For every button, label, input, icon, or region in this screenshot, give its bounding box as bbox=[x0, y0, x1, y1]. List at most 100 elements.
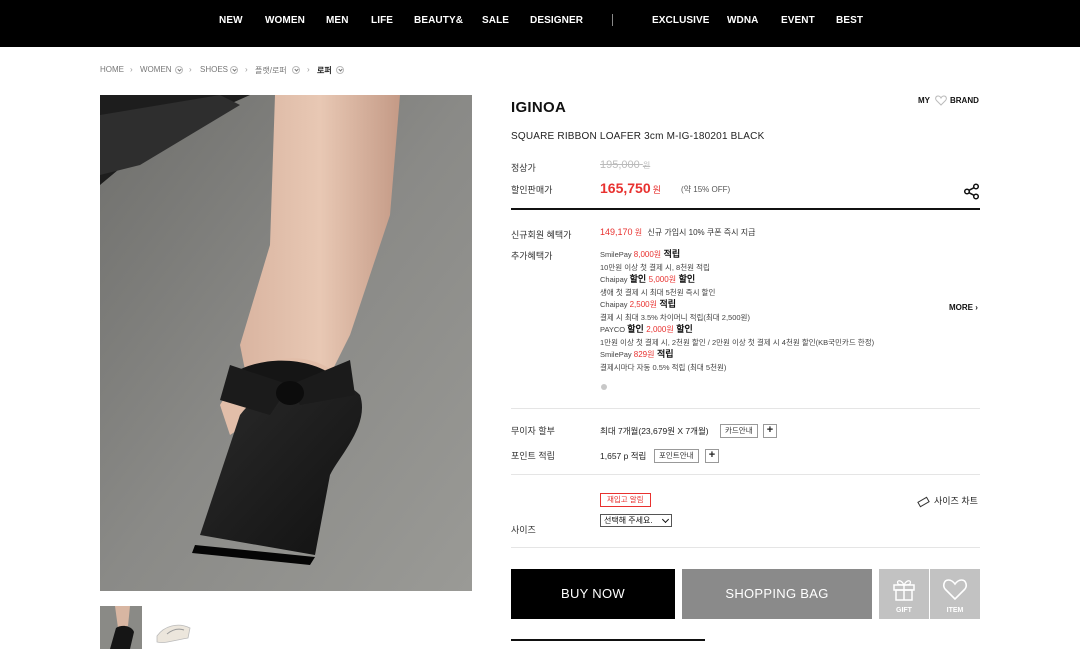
size-select-value: 선택해 주세요. bbox=[604, 516, 653, 525]
nav-designer[interactable]: DESIGNER bbox=[530, 15, 583, 26]
benefit-amount: 2,500원 bbox=[629, 300, 657, 309]
chevron-down-icon[interactable] bbox=[336, 66, 344, 74]
nav-life[interactable]: LIFE bbox=[371, 15, 393, 26]
plus-icon[interactable]: + bbox=[705, 449, 719, 463]
points-value: 1,657 p 적립 bbox=[600, 451, 647, 461]
size-chart-label: 사이즈 차트 bbox=[934, 496, 978, 506]
nav-event[interactable]: EVENT bbox=[781, 15, 815, 26]
member-price-unit: 원 bbox=[634, 228, 643, 237]
product-photo bbox=[100, 95, 472, 591]
benefit-line: Chaipay 2,500원 적립 bbox=[600, 297, 676, 310]
member-benefit: 149,170 원 신규 가입시 10% 쿠폰 즉시 지급 bbox=[600, 227, 755, 238]
top-navigation: NEW WOMEN MEN LIFE BEAUTY& SALE DESIGNER… bbox=[0, 0, 1080, 47]
product-main-image[interactable] bbox=[100, 95, 472, 591]
benefit-type: 적립 bbox=[657, 299, 677, 309]
brand-name[interactable]: IGINOA bbox=[511, 99, 566, 116]
regular-price-value: 195,000 bbox=[600, 159, 640, 171]
brand-link[interactable]: BRAND bbox=[950, 96, 979, 105]
points-info-button[interactable]: 포인트안내 bbox=[654, 449, 699, 463]
size-label: 사이즈 bbox=[511, 525, 536, 535]
thumbnail-photo bbox=[100, 606, 142, 649]
benefit-text: SmilePay bbox=[600, 250, 634, 259]
points-label: 포인트 적립 bbox=[511, 451, 555, 461]
thumbnail-1[interactable] bbox=[100, 606, 142, 649]
benefit-line: 결제시마다 자동 0.5% 적립 (최대 5천원) bbox=[600, 363, 727, 372]
size-select[interactable]: 선택해 주세요. bbox=[600, 514, 672, 527]
benefit-type: 적립 bbox=[654, 349, 674, 359]
thumbnail-2[interactable] bbox=[152, 606, 194, 649]
benefit-text: Chaipay bbox=[600, 275, 630, 284]
benefit-line: SmilePay 829원 적립 bbox=[600, 347, 674, 360]
benefit-type: 할인 bbox=[676, 274, 696, 284]
benefit-type: 적립 bbox=[661, 249, 681, 259]
gift-icon bbox=[893, 580, 915, 601]
card-info-button[interactable]: 카드안내 bbox=[720, 424, 758, 438]
heart-icon bbox=[943, 579, 967, 601]
chevron-down-icon[interactable] bbox=[292, 66, 300, 74]
shopping-bag-button[interactable]: SHOPPING BAG bbox=[682, 569, 872, 619]
breadcrumb-flat-loafer[interactable]: 플랫/로퍼 bbox=[255, 65, 287, 76]
more-label: MORE bbox=[949, 303, 973, 312]
section-divider bbox=[511, 474, 980, 475]
extra-benefit-label: 추가혜택가 bbox=[511, 251, 553, 261]
thumbnail-photo bbox=[152, 606, 194, 649]
nav-exclusive[interactable]: EXCLUSIVE bbox=[652, 15, 710, 26]
nav-beauty[interactable]: BEAUTY& bbox=[414, 15, 463, 26]
breadcrumb-arrow-icon: › bbox=[245, 65, 248, 74]
product-name: SQUARE RIBBON LOAFER 3cm M-IG-180201 BLA… bbox=[511, 131, 765, 142]
benefit-line: SmilePay 8,000원 적립 bbox=[600, 247, 680, 260]
nav-best[interactable]: BEST bbox=[836, 15, 863, 26]
gift-label: GIFT bbox=[896, 607, 912, 614]
member-note: 신규 가입시 10% 쿠폰 즉시 지급 bbox=[647, 228, 756, 237]
plus-icon[interactable]: + bbox=[763, 424, 777, 438]
benefit-text: PAYCO bbox=[600, 325, 628, 334]
gift-button[interactable]: GIFT bbox=[879, 569, 929, 619]
pagination-dot[interactable] bbox=[601, 384, 607, 390]
chevron-down-icon[interactable] bbox=[230, 66, 238, 74]
breadcrumb-loafer[interactable]: 로퍼 bbox=[317, 65, 332, 76]
chevron-down-icon[interactable] bbox=[175, 66, 183, 74]
benefit-amount: 829원 bbox=[633, 350, 655, 359]
breadcrumb-arrow-icon: › bbox=[307, 65, 310, 74]
sale-price-label: 할인판매가 bbox=[511, 185, 553, 195]
heart-icon[interactable] bbox=[935, 95, 947, 108]
benefit-line: Chaipay 할인 5,000원 할인 bbox=[600, 272, 695, 285]
nav-new[interactable]: NEW bbox=[219, 15, 243, 26]
member-price: 149,170 bbox=[600, 227, 633, 237]
benefit-type: 할인 bbox=[627, 324, 647, 334]
share-icon[interactable] bbox=[963, 183, 980, 200]
regular-price-label: 정상가 bbox=[511, 163, 536, 173]
breadcrumb-arrow-icon: › bbox=[189, 65, 192, 74]
price-divider bbox=[511, 208, 980, 210]
nav-men[interactable]: MEN bbox=[326, 15, 349, 26]
chevron-right-icon: › bbox=[975, 303, 978, 312]
breadcrumb-arrow-icon: › bbox=[130, 65, 133, 74]
nav-wdna[interactable]: WDNA bbox=[727, 15, 759, 26]
benefit-text: SmilePay bbox=[600, 350, 634, 359]
my-link[interactable]: MY bbox=[918, 96, 930, 105]
nav-divider bbox=[612, 14, 613, 26]
member-benefit-label: 신규회원 혜택가 bbox=[511, 230, 572, 240]
benefit-amount: 5,000원 bbox=[648, 275, 677, 284]
breadcrumb-home[interactable]: HOME bbox=[100, 65, 124, 74]
size-chart-link[interactable]: 사이즈 차트 bbox=[917, 494, 978, 507]
more-benefits-link[interactable]: MORE › bbox=[949, 303, 978, 312]
installment-label: 무이자 할부 bbox=[511, 426, 555, 436]
benefit-type: 할인 bbox=[629, 274, 649, 284]
buy-now-button[interactable]: BUY NOW bbox=[511, 569, 675, 619]
breadcrumb-women[interactable]: WOMEN bbox=[140, 65, 172, 74]
breadcrumb-shoes[interactable]: SHOES bbox=[200, 65, 228, 74]
wishlist-item-button[interactable]: ITEM bbox=[930, 569, 980, 619]
active-tab-indicator bbox=[511, 639, 705, 641]
restock-alert-button[interactable]: 재입고 알림 bbox=[600, 493, 651, 507]
nav-sale[interactable]: SALE bbox=[482, 15, 509, 26]
benefit-type: 할인 bbox=[673, 324, 693, 334]
section-divider bbox=[511, 547, 980, 548]
installment-value: 최대 7개월(23,679원 X 7개월) bbox=[600, 426, 709, 436]
item-label: ITEM bbox=[946, 607, 964, 614]
nav-women[interactable]: WOMEN bbox=[265, 15, 305, 26]
benefit-amount: 8,000원 bbox=[633, 250, 662, 259]
sale-price-unit: 원 bbox=[652, 185, 661, 195]
sale-price-value: 165,750 bbox=[600, 180, 651, 196]
benefit-text: Chaipay bbox=[600, 300, 630, 309]
